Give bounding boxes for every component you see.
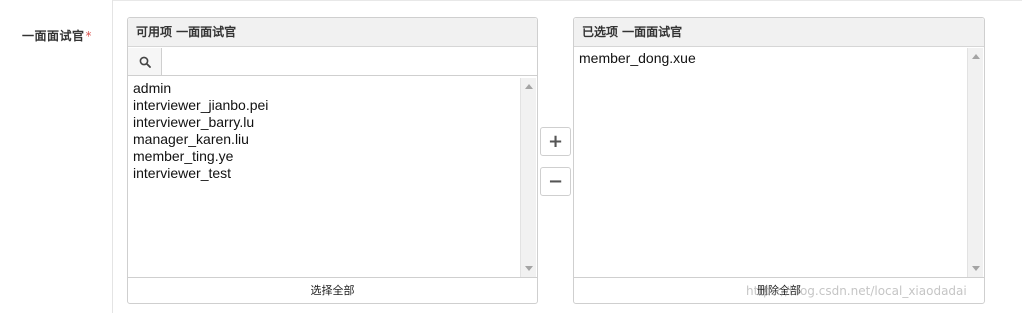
add-selected-button[interactable]: + [540, 127, 571, 156]
list-item[interactable]: member_dong.xue [579, 50, 964, 67]
selected-panel-header: 已选项 一面面试官 [574, 18, 984, 47]
label-column: 一面面试官* [0, 0, 113, 313]
top-divider [0, 0, 1022, 1]
available-panel-header: 可用项 一面面试官 [128, 18, 537, 47]
plus-icon: + [547, 131, 564, 152]
available-list[interactable]: admin interviewer_jianbo.pei interviewer… [128, 78, 523, 277]
search-icon [139, 56, 151, 68]
select-all-button[interactable]: 选择全部 [128, 277, 537, 303]
scroll-up-arrow-icon[interactable] [525, 84, 533, 89]
list-item[interactable]: admin [133, 80, 518, 97]
search-input[interactable] [162, 48, 537, 75]
scroll-up-arrow-icon[interactable] [972, 54, 980, 59]
minus-icon: − [547, 171, 564, 192]
required-mark: * [85, 29, 93, 43]
search-row [128, 48, 537, 76]
search-button[interactable] [128, 48, 162, 75]
remove-selected-button[interactable]: − [540, 167, 571, 196]
scroll-down-arrow-icon[interactable] [972, 266, 980, 271]
available-scrollbar[interactable] [520, 78, 536, 277]
list-item[interactable]: interviewer_barry.lu [133, 114, 518, 131]
list-item[interactable]: interviewer_jianbo.pei [133, 97, 518, 114]
field-label-text: 一面面试官 [22, 29, 85, 43]
selected-panel: 已选项 一面面试官 member_dong.xue 删除全部 [573, 17, 985, 304]
list-item[interactable]: interviewer_test [133, 165, 518, 182]
scroll-down-arrow-icon[interactable] [525, 266, 533, 271]
selected-scrollbar[interactable] [967, 48, 983, 277]
list-item[interactable]: manager_karen.liu [133, 131, 518, 148]
list-item[interactable]: member_ting.ye [133, 148, 518, 165]
field-label: 一面面试官* [22, 27, 92, 44]
available-panel: 可用项 一面面试官 admin interviewer_jianbo.pei i… [127, 17, 538, 304]
watermark: https://blog.csdn.net/local_xiaodadai [746, 284, 967, 298]
selected-list[interactable]: member_dong.xue [574, 48, 969, 277]
